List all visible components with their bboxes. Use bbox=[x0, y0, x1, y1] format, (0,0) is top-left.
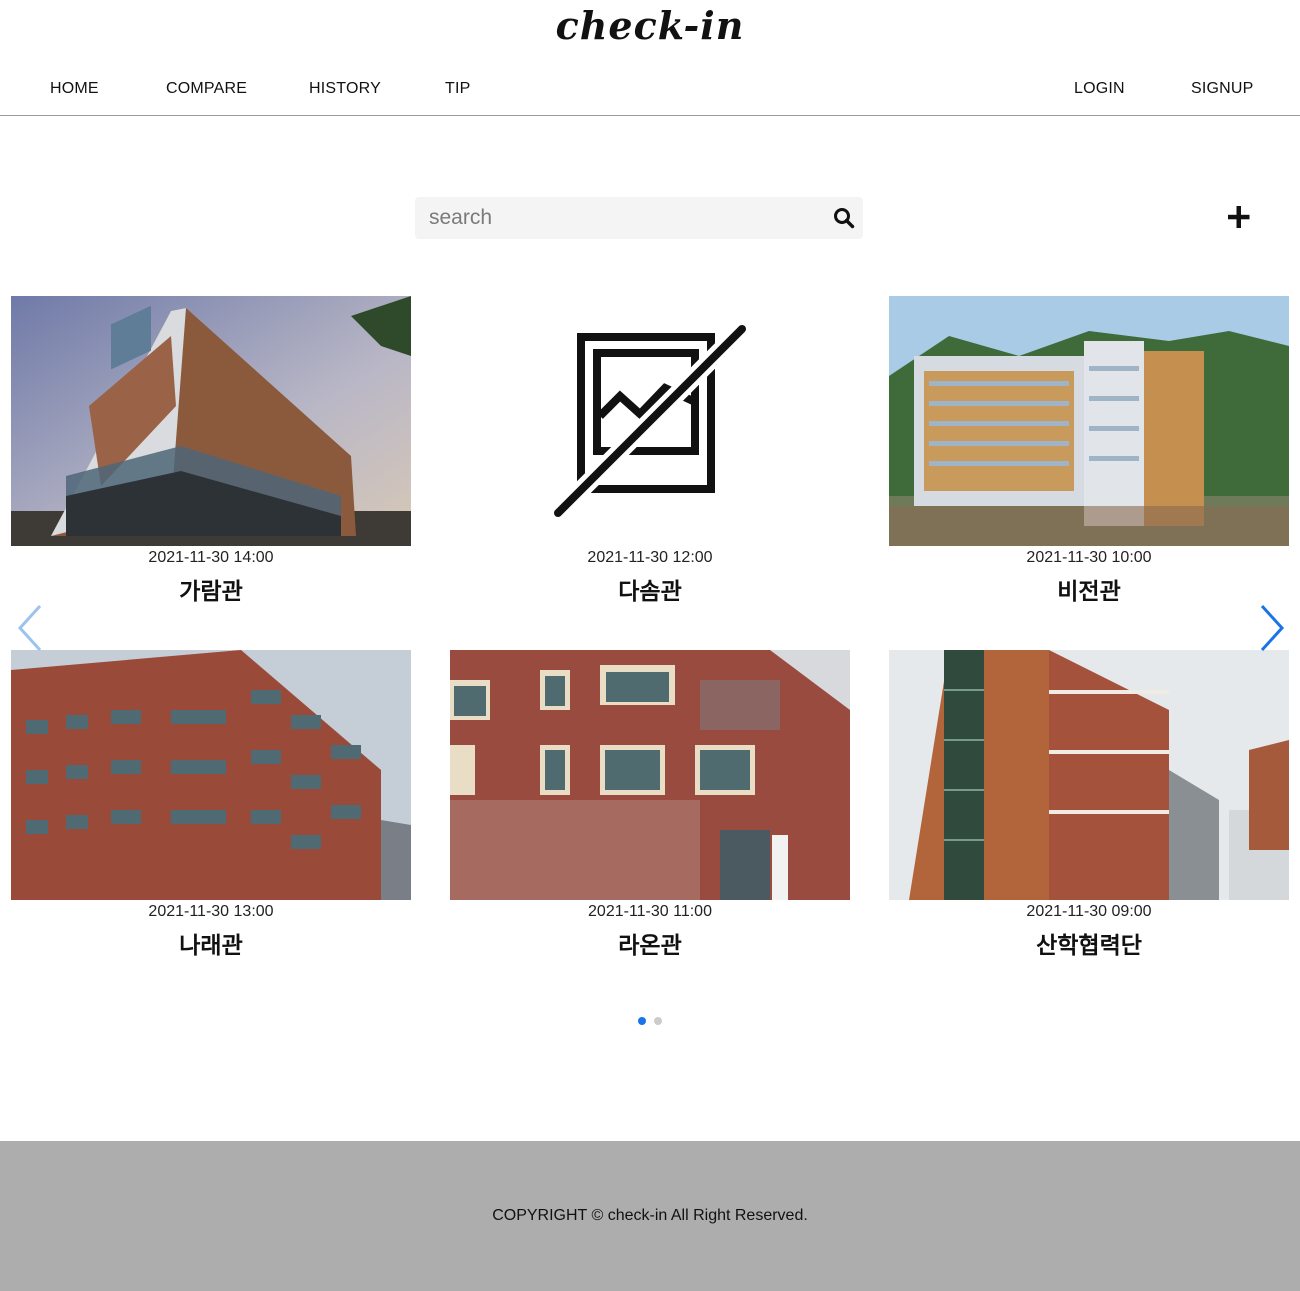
building-card[interactable]: 2021-11-30 11:00 라온관 bbox=[450, 650, 850, 970]
footer: COPYRIGHT © check-in All Right Reserved. bbox=[0, 1141, 1300, 1291]
nav-compare[interactable]: COMPARE bbox=[166, 80, 247, 98]
pagination-dot[interactable] bbox=[654, 1017, 662, 1025]
no-image-icon bbox=[450, 296, 850, 546]
card-title: 나래관 bbox=[179, 933, 243, 959]
card-date: 2021-11-30 10:00 bbox=[1026, 549, 1152, 566]
card-date: 2021-11-30 12:00 bbox=[587, 549, 713, 566]
building-image bbox=[889, 650, 1289, 900]
chevron-left-icon[interactable] bbox=[16, 604, 46, 652]
plus-icon bbox=[1228, 206, 1250, 228]
building-image bbox=[11, 650, 411, 900]
add-button[interactable] bbox=[1226, 202, 1252, 232]
copyright-text: COPYRIGHT © check-in All Right Reserved. bbox=[492, 1207, 808, 1224]
card-date: 2021-11-30 11:00 bbox=[588, 903, 712, 920]
carousel-pagination bbox=[637, 1017, 667, 1027]
building-card[interactable]: 2021-11-30 12:00 다솜관 bbox=[450, 296, 850, 616]
building-card[interactable]: 2021-11-30 13:00 나래관 bbox=[11, 650, 411, 970]
card-date: 2021-11-30 09:00 bbox=[1026, 903, 1152, 920]
building-card[interactable]: 2021-11-30 14:00 가람관 bbox=[11, 296, 411, 616]
search-input[interactable] bbox=[429, 197, 829, 239]
nav-home[interactable]: HOME bbox=[50, 80, 99, 98]
card-title: 다솜관 bbox=[618, 579, 682, 605]
logo[interactable]: check-in bbox=[0, 0, 1300, 56]
card-title: 비전관 bbox=[1057, 579, 1121, 605]
building-image bbox=[450, 650, 850, 900]
building-card[interactable]: 2021-11-30 09:00 산학협력단 bbox=[889, 650, 1289, 970]
building-card[interactable]: 2021-11-30 10:00 비전관 bbox=[889, 296, 1289, 616]
search-icon[interactable] bbox=[833, 207, 855, 229]
building-image bbox=[11, 296, 411, 546]
card-title: 가람관 bbox=[179, 579, 243, 605]
pagination-dot-active[interactable] bbox=[638, 1017, 646, 1025]
nav-history[interactable]: HISTORY bbox=[309, 80, 381, 98]
card-date: 2021-11-30 13:00 bbox=[148, 903, 274, 920]
search-box bbox=[415, 197, 863, 239]
card-title: 라온관 bbox=[618, 933, 682, 959]
card-date: 2021-11-30 14:00 bbox=[148, 549, 274, 566]
nav-tip[interactable]: TIP bbox=[445, 80, 471, 98]
main-nav: HOME COMPARE HISTORY TIP LOGIN SIGNUP bbox=[0, 70, 1300, 116]
nav-signup[interactable]: SIGNUP bbox=[1191, 80, 1254, 98]
nav-login[interactable]: LOGIN bbox=[1074, 80, 1125, 98]
building-image bbox=[889, 296, 1289, 546]
chevron-right-icon[interactable] bbox=[1256, 604, 1286, 652]
card-title: 산학협력단 bbox=[1036, 933, 1142, 959]
